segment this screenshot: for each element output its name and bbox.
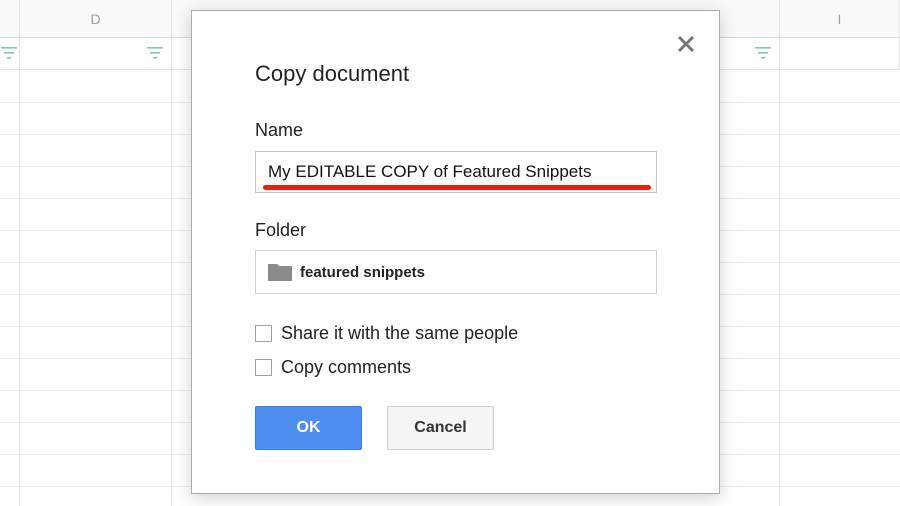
filter-icon[interactable] <box>755 47 771 59</box>
name-label: Name <box>255 120 304 140</box>
copy-comments-label: Copy comments <box>281 357 412 377</box>
ok-button[interactable]: OK <box>255 406 362 450</box>
highlight-underline <box>263 185 651 190</box>
share-checkbox-row[interactable]: Share it with the same people <box>255 323 518 344</box>
dialog-title: Copy document <box>255 61 410 86</box>
filter-icon[interactable] <box>147 47 163 59</box>
column-header-i[interactable]: I <box>780 0 900 38</box>
folder-label: Folder <box>255 220 307 240</box>
filter-cell <box>780 38 900 70</box>
folder-icon <box>268 264 292 281</box>
column-header-d[interactable]: D <box>20 0 172 38</box>
column-header-label: I <box>837 10 842 27</box>
column-header-label: D <box>90 10 101 27</box>
share-checkbox[interactable] <box>255 325 272 342</box>
close-icon[interactable] <box>675 33 697 55</box>
grid-line <box>171 70 172 506</box>
column-header-c[interactable] <box>0 0 20 38</box>
folder-selector[interactable]: featured snippets <box>255 250 657 294</box>
filter-cell <box>0 38 20 70</box>
copy-comments-checkbox[interactable] <box>255 359 272 376</box>
cancel-button[interactable]: Cancel <box>387 406 494 450</box>
folder-name: featured snippets <box>300 263 426 281</box>
copy-document-dialog: Copy document Name Folder featured snipp… <box>191 10 720 494</box>
grid-line <box>19 70 20 506</box>
filter-icon[interactable] <box>1 47 17 59</box>
filter-cell <box>20 38 172 70</box>
grid-line <box>779 70 780 506</box>
copy-comments-checkbox-row[interactable]: Copy comments <box>255 357 411 378</box>
share-checkbox-label: Share it with the same people <box>281 323 519 343</box>
